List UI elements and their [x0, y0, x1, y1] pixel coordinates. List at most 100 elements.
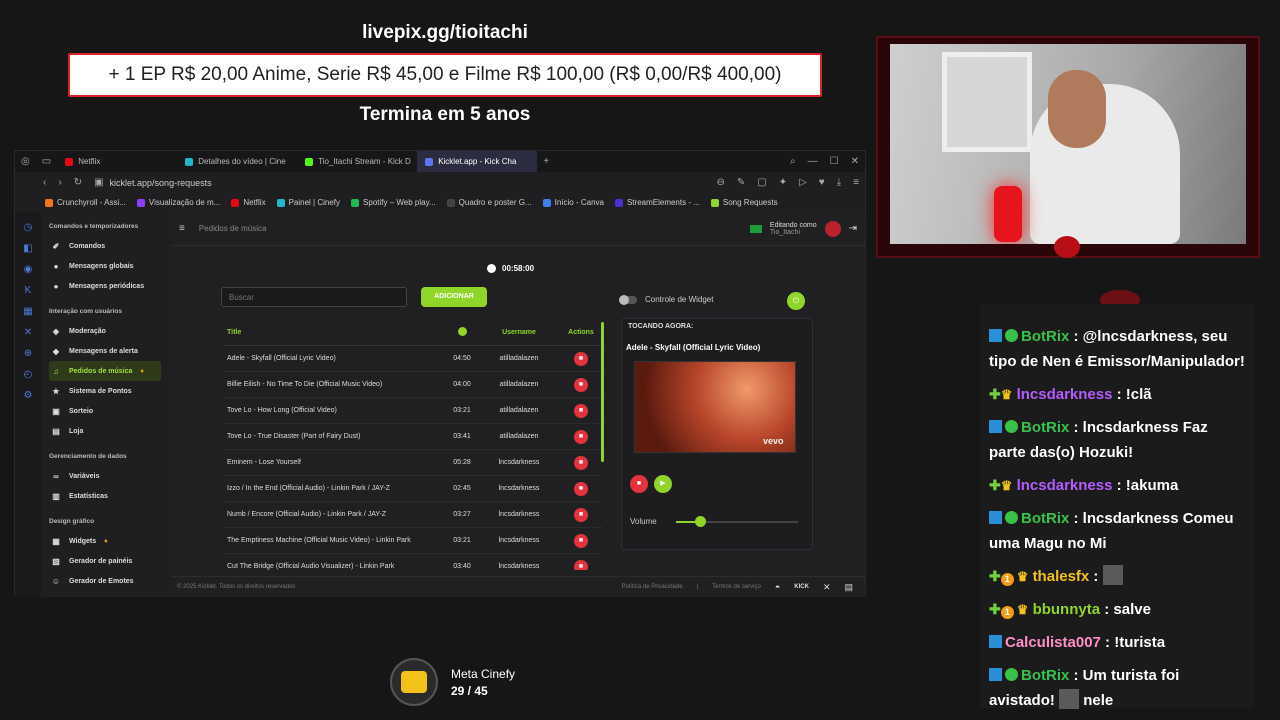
table-scrollbar[interactable]	[601, 322, 604, 462]
sidebar-item-sorteio[interactable]: ▣ Sorteio	[49, 401, 171, 421]
sidebar-item-sistema-pontos[interactable]: ★ Sistema de Pontos	[49, 381, 171, 401]
video-preview[interactable]: vevo	[634, 361, 796, 453]
widget-control-label: Controle de Widget	[645, 295, 714, 304]
crunchyroll-icon	[45, 198, 53, 207]
tab-kicklet[interactable]: Kicklet.app - Kick Cha	[417, 151, 538, 172]
star-icon: ★	[52, 386, 60, 396]
terms-link[interactable]: Termos de serviço	[712, 584, 761, 590]
search-tabs-icon[interactable]: ⌕	[790, 156, 796, 167]
forward-icon[interactable]: ›	[58, 177, 61, 188]
footer-copyright: © 2025 Kicklet. Todos os direitos reserv…	[177, 584, 296, 590]
sidebar-item-widgets[interactable]: ▦ Widgets ♦	[49, 531, 171, 551]
bookmark-quadro[interactable]: Quadro e poster G...	[446, 198, 532, 207]
sidebar-item-gerador-emotes[interactable]: ☺ Gerador de Emotes	[49, 571, 171, 591]
maximize-icon[interactable]: ☐	[830, 156, 839, 167]
volume-slider-handle[interactable]	[695, 516, 707, 527]
skip-button[interactable]: ▶	[654, 475, 672, 493]
sidebar-item-mensagens-periodicas[interactable]: ● Mensagens periódicas	[49, 276, 171, 296]
verified-badge-icon	[1005, 511, 1018, 524]
bookmark-canva[interactable]: Início - Canva	[542, 198, 604, 207]
rail-bookmarks-icon[interactable]: ◧	[23, 243, 32, 254]
x-icon[interactable]: ✕	[823, 582, 831, 593]
sidebar-item-mensagens-globais[interactable]: ● Mensagens globais	[49, 256, 171, 276]
bookmark-cinefy[interactable]: Painel | Cinefy	[276, 198, 340, 207]
delete-icon[interactable]: ■	[574, 429, 588, 444]
close-icon[interactable]: ✕	[851, 156, 859, 167]
pin-icon[interactable]: ✎	[737, 177, 745, 188]
menu-icon[interactable]: ≡	[853, 177, 859, 188]
emote-icon: ☺	[51, 576, 61, 586]
chat-username: thalesfx	[1032, 568, 1090, 585]
brazil-flag-icon[interactable]	[749, 224, 762, 233]
extensions-icon[interactable]: ✦	[779, 177, 787, 188]
crown-badge-icon: ♛	[1000, 478, 1013, 493]
discord-icon[interactable]: ◓	[775, 582, 780, 592]
minimize-icon[interactable]: —	[808, 156, 818, 167]
widget-toggle[interactable]	[619, 294, 637, 305]
delete-icon[interactable]: ■	[574, 455, 588, 470]
heart-icon[interactable]: ♥	[819, 177, 825, 188]
chat-text-after: nele	[1079, 692, 1114, 709]
sidebar-item-moderacao[interactable]: ◈ Moderação	[49, 321, 171, 341]
browser-menu-icon[interactable]: ◎	[21, 156, 30, 167]
url-field[interactable]: kicklet.app/song-requests	[110, 178, 212, 188]
screenshot-icon[interactable]: ▢	[757, 177, 766, 188]
reload-icon[interactable]: ↻	[74, 177, 82, 188]
delete-icon[interactable]: ■	[574, 507, 588, 522]
footer-divider: |	[696, 584, 699, 590]
delete-icon[interactable]: ■	[574, 559, 588, 570]
privacy-link[interactable]: Política de Privacidade	[622, 584, 683, 590]
back-icon[interactable]: ‹	[43, 177, 46, 188]
sidebar-item-pedidos-musica[interactable]: ♫ Pedidos de música ♦	[49, 361, 161, 381]
tab-cinefy[interactable]: Detalhes do vídeo | Cine	[177, 151, 297, 172]
widget-control[interactable]: Controle de Widget	[619, 294, 714, 305]
rail-kick-icon[interactable]: K	[25, 285, 32, 296]
logout-icon[interactable]: ⇥	[849, 223, 857, 234]
sidebar-item-variaveis[interactable]: ∞ Variáveis	[49, 466, 171, 486]
bookmark-streamelements[interactable]: StreamElements - ...	[614, 198, 700, 207]
song-duration: 02:45	[453, 485, 471, 492]
stop-button[interactable]: ■	[630, 475, 648, 493]
rail-settings-icon[interactable]: ⚙	[24, 390, 33, 401]
bookmark-crunchyroll[interactable]: Crunchyroll - Assi...	[45, 198, 126, 207]
rail-add-icon[interactable]: ⊕	[24, 348, 32, 359]
delete-icon[interactable]: ■	[574, 351, 588, 366]
bookmark-netflix[interactable]: Netflix	[231, 198, 266, 207]
donation-goal-text: + 1 EP R$ 20,00 Anime, Serie R$ 45,00 e …	[108, 64, 782, 85]
rail-clock-icon[interactable]: ◴	[24, 369, 33, 380]
rail-history-icon[interactable]: ◷	[24, 222, 33, 233]
tab-kick-stream[interactable]: Tio_Itachi Stream - Kick D	[297, 151, 417, 172]
rail-x-icon[interactable]: ✕	[24, 327, 32, 338]
delete-icon[interactable]: ■	[574, 533, 588, 548]
bookmark-spotify[interactable]: Spotify – Web play...	[351, 198, 436, 207]
delete-icon[interactable]: ■	[574, 481, 588, 496]
avatar[interactable]	[824, 220, 841, 237]
kick-icon[interactable]: KICK	[794, 584, 809, 590]
sidebar-item-mensagens-alerta[interactable]: ◆ Mensagens de alerta	[49, 341, 171, 361]
song-duration: 03:21	[453, 407, 471, 414]
play-icon[interactable]: ▷	[799, 177, 807, 188]
zoom-icon[interactable]: ⊖	[716, 177, 724, 188]
new-tab-icon[interactable]: +	[543, 156, 549, 167]
widget-power-button[interactable]: ⏻	[787, 292, 805, 310]
sidebar-item-gerador-paineis[interactable]: ▧ Gerador de painéis	[49, 551, 171, 571]
chat-message: BotRix : lncsdarkness Faz parte das(o) H…	[989, 415, 1248, 465]
tab-netflix[interactable]: Netflix	[57, 151, 177, 172]
search-input[interactable]	[221, 287, 407, 307]
rail-twitch-icon[interactable]: ▦	[23, 306, 32, 317]
workspaces-icon[interactable]: ▭	[42, 156, 51, 167]
collapse-sidebar-icon[interactable]: ≡	[179, 223, 185, 234]
sidebar-item-loja[interactable]: ▤ Loja	[49, 421, 171, 441]
add-song-button[interactable]: ADICIONAR	[421, 287, 487, 307]
sidebar-section-title: Interação com usuários	[49, 308, 122, 315]
sidebar-item-estatisticas[interactable]: ▥ Estatísticas	[49, 486, 171, 506]
document-icon[interactable]: ▤	[844, 582, 853, 593]
download-icon[interactable]: ⤓	[837, 177, 841, 188]
rail-messenger-icon[interactable]: ◉	[24, 264, 33, 275]
delete-icon[interactable]: ■	[574, 403, 588, 418]
bookmark-visualizacao[interactable]: Visualização de m...	[136, 198, 220, 207]
sub-plus-badge-icon: ✚	[989, 386, 1001, 402]
bookmark-song-requests[interactable]: Song Requests	[710, 198, 778, 207]
delete-icon[interactable]: ■	[574, 377, 588, 392]
sidebar-item-comandos[interactable]: ✐ Comandos	[49, 236, 171, 256]
